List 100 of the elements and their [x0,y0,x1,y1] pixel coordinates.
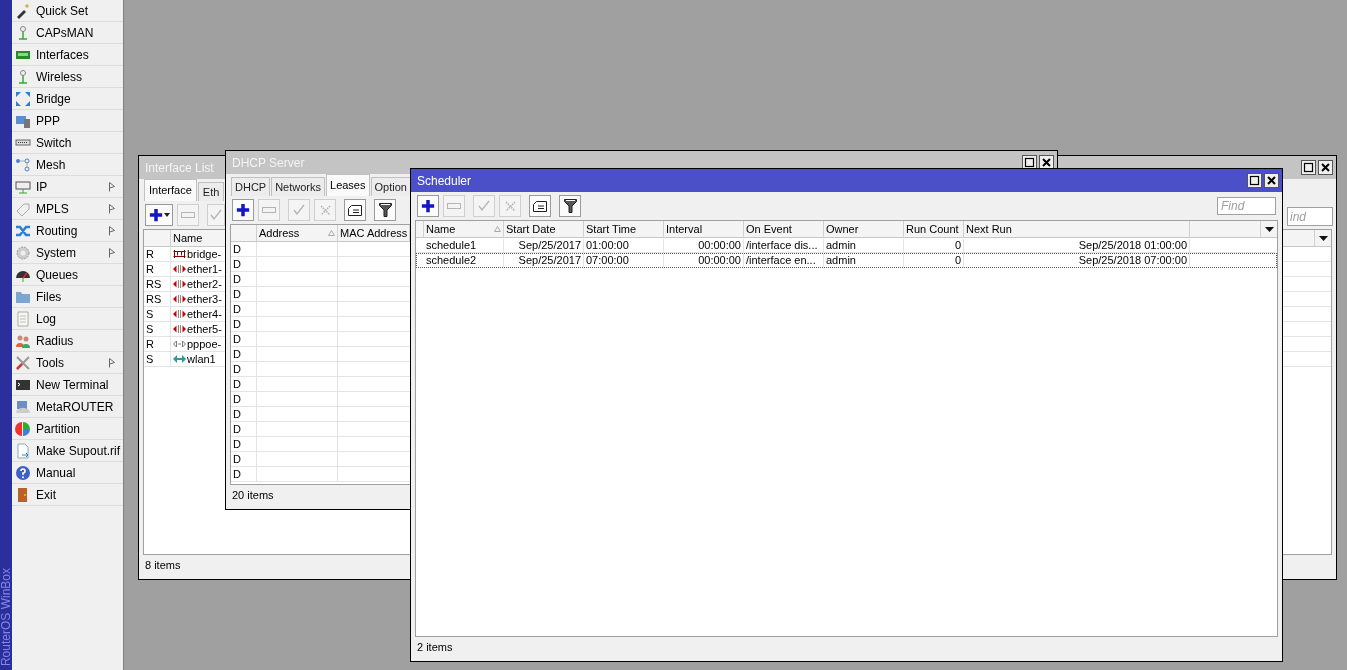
menu-item[interactable]: Queues [12,264,123,286]
table-cell: 0 [904,239,964,252]
maximize-button[interactable] [1301,160,1316,175]
search-field[interactable]: Find [1217,197,1276,215]
column-header[interactable]: On Event [744,221,824,237]
menu-item[interactable]: Interfaces [12,44,123,66]
close-button[interactable] [1039,155,1054,170]
toolbar-button[interactable] [374,199,396,221]
tab[interactable]: Eth [197,182,225,201]
column-header[interactable]: Next Run [964,221,1190,237]
menu-item[interactable]: Make Supout.rif [12,440,123,462]
menu-item[interactable]: CAPsMAN [12,22,123,44]
check-icon [210,209,222,221]
port-arrows-icon [173,264,186,274]
toolbar-button[interactable] [232,199,254,221]
close-button[interactable] [1318,160,1333,175]
menu-item[interactable]: Bridge [12,88,123,110]
menu-item[interactable]: Mesh [12,154,123,176]
table-cell: admin [824,239,904,252]
toolbar-button[interactable] [559,195,581,217]
column-header[interactable]: Start Date [504,221,584,237]
table-cell: pppoe- [171,337,226,351]
filter-icon [378,203,392,217]
caret-icon [163,213,170,217]
menu-item[interactable]: PPP [12,110,123,132]
note-icon [348,204,362,216]
status-text: 2 items [416,639,454,655]
table-cell: Sep/25/2018 07:00:00 [964,254,1190,267]
minus-icon [447,203,461,209]
column-menu-button[interactable] [1314,230,1331,246]
toolbar-button[interactable] [529,195,551,217]
menu-item[interactable]: System [12,242,123,264]
menu-item[interactable]: Log [12,308,123,330]
table-cell: /interface dis... [744,239,824,252]
submenu-arrow-icon [109,204,115,214]
menu-item[interactable]: Files [12,286,123,308]
search-field[interactable]: ind [1287,207,1333,226]
tab[interactable]: Networks [271,177,325,196]
menu-item[interactable]: Quick Set [12,0,123,22]
status-text: 20 items [231,487,275,503]
menu-item[interactable]: MPLS [12,198,123,220]
table-cell: RS [144,277,171,291]
menu-item[interactable]: Routing [12,220,123,242]
column-header[interactable]: Start Time [584,221,664,237]
menu-item[interactable]: Exit [12,484,123,506]
table-cell: D [231,347,257,361]
toolbar-button[interactable] [417,195,439,217]
cross-icon [504,200,516,212]
maximize-button[interactable] [1247,173,1262,188]
table-row[interactable]: schedule1 Sep/25/2017 01:00:00 00:00:00 /interface dis... admin 0 Sep/25/2018 01:00:00 [416,238,1277,253]
menu-item[interactable]: Wireless [12,66,123,88]
port-arrows-icon [173,309,186,319]
table-cell: 01:00:00 [584,239,664,252]
maximize-button[interactable] [1022,155,1037,170]
tab[interactable]: Leases [326,174,370,196]
column-header[interactable]: Interval [664,221,744,237]
menu-item[interactable]: New Terminal [12,374,123,396]
menu-item[interactable]: Switch [12,132,123,154]
plus-icon [421,199,435,213]
column-header[interactable]: Owner [824,221,904,237]
table-cell: Sep/25/2017 [504,239,584,252]
column-header[interactable]: Name [424,221,504,237]
close-button[interactable] [1264,173,1279,188]
table-cell: D [231,287,257,301]
toolbar-button[interactable] [145,204,173,226]
table-cell: S [144,307,171,321]
tab[interactable]: DHCP [231,177,271,196]
table-cell: D [231,242,257,256]
port-arrows-icon [173,279,186,289]
menu-item[interactable]: Radius [12,330,123,352]
table-cell: D [231,332,257,346]
submenu-arrow-icon [109,182,115,192]
column-header[interactable]: Address [257,225,338,241]
column-menu-button[interactable] [1260,221,1277,237]
port-arrows-icon [173,324,186,334]
table-cell: RS [144,292,171,306]
ip-box-icon [15,178,31,195]
table-cell: D [231,302,257,316]
toolbar-button[interactable] [344,199,366,221]
table-cell: S [144,322,171,336]
monitor-icon [15,398,31,415]
minus-icon [181,212,195,218]
table-row[interactable]: schedule2 Sep/25/2017 07:00:00 00:00:00 /interface en... admin 0 Sep/25/2018 07:00:00 [416,253,1277,268]
menu-item[interactable]: Tools [12,352,123,374]
submenu-arrow-icon [109,358,115,368]
tab[interactable]: Option [370,177,411,196]
menu-item[interactable]: Partition [12,418,123,440]
table-cell: Sep/25/2018 01:00:00 [964,239,1190,252]
wand-icon [15,2,31,19]
table-cell: R [144,337,171,351]
menu-item[interactable]: Manual [12,462,123,484]
bridge-icon [173,249,186,259]
table-cell: R [144,262,171,276]
column-header[interactable]: Name [171,230,226,246]
menu-item[interactable]: IP [12,176,123,198]
column-header[interactable]: MAC Address [338,225,410,241]
menu-item[interactable]: MetaROUTER [12,396,123,418]
column-header[interactable]: Run Count [904,221,964,237]
tab[interactable]: Interface [144,179,197,201]
status-text: 8 items [144,557,182,573]
